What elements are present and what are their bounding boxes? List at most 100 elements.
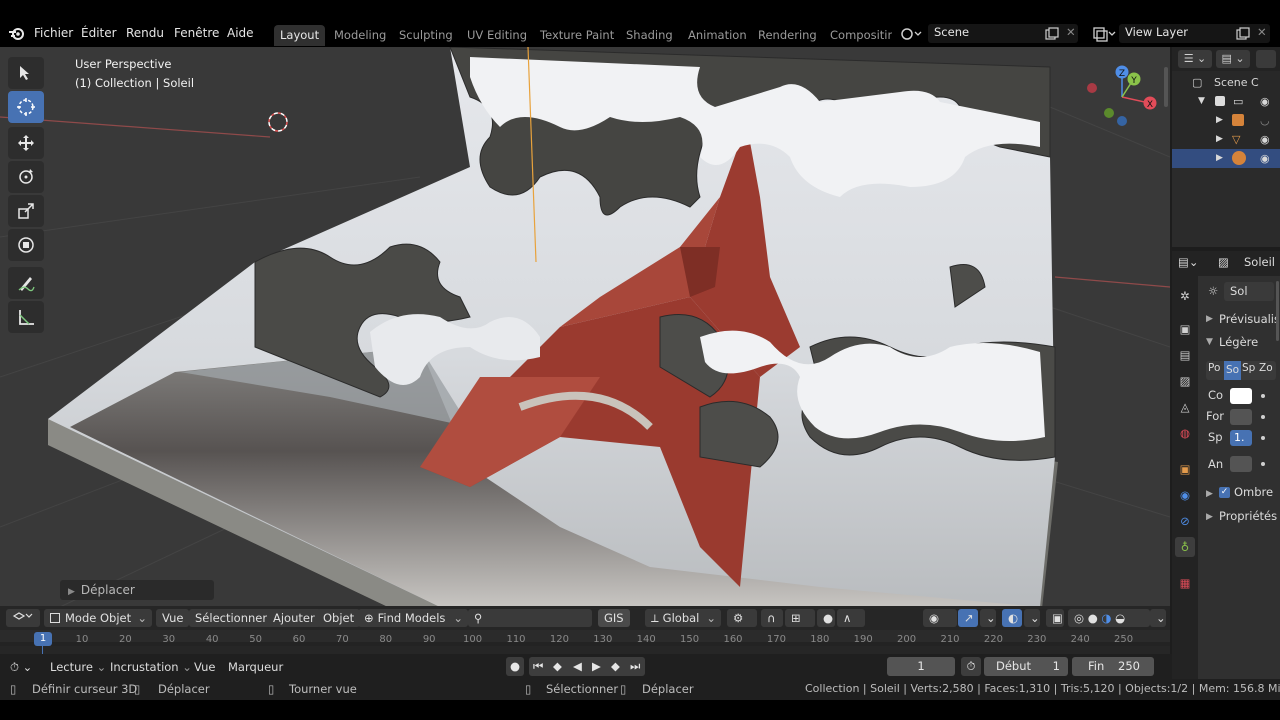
- prev-keyframe-icon[interactable]: ◆: [553, 657, 562, 676]
- tab-modeling[interactable]: Modeling: [328, 25, 392, 46]
- light-type-sun[interactable]: So: [1224, 361, 1241, 380]
- playhead[interactable]: 1: [34, 632, 52, 646]
- tab-rendering[interactable]: Rendering: [752, 25, 823, 46]
- shading-modes[interactable]: ◎ ● ◑ ◒: [1068, 609, 1150, 627]
- light-type-spot[interactable]: Sp: [1242, 362, 1258, 374]
- menu-fenetre[interactable]: Fenêtre: [174, 25, 219, 42]
- tab-constraints[interactable]: ⊘: [1175, 511, 1195, 531]
- record-button[interactable]: ●: [506, 657, 524, 676]
- panel-custom-properties[interactable]: Propriétés: [1219, 509, 1279, 523]
- new-scene-icon[interactable]: [1045, 27, 1059, 40]
- next-keyframe-icon[interactable]: ◆: [611, 657, 620, 676]
- jump-start-icon[interactable]: ⏮: [533, 657, 543, 676]
- jump-end-icon[interactable]: ⏭: [630, 657, 640, 676]
- snap-toggle[interactable]: ∩: [761, 609, 783, 627]
- expand-arrow-icon[interactable]: ▶: [1206, 489, 1213, 499]
- eye-closed-icon[interactable]: ◡: [1260, 111, 1270, 130]
- tab-physics[interactable]: ◉: [1175, 485, 1195, 505]
- outliner-row-collection[interactable]: ▼ ▭ ◉: [1172, 92, 1280, 111]
- tool-select-box[interactable]: [8, 57, 44, 89]
- tab-view-layer[interactable]: ▨: [1175, 371, 1195, 391]
- gizmo-toggle[interactable]: ↗: [958, 609, 978, 627]
- expand-arrow-icon[interactable]: ▶: [1206, 314, 1213, 324]
- outliner-search[interactable]: [1256, 50, 1276, 68]
- menu-aide[interactable]: Aide: [227, 25, 254, 42]
- play-reverse-icon[interactable]: ◀: [573, 657, 582, 676]
- tab-animation[interactable]: Animation: [682, 25, 753, 46]
- start-frame-field[interactable]: Début 1: [984, 657, 1068, 676]
- gizmo-dropdown[interactable]: ⌄: [980, 609, 996, 627]
- rendered-shading-icon[interactable]: ◒: [1115, 611, 1125, 625]
- tab-object[interactable]: ▣: [1175, 459, 1195, 479]
- view-layer-selector-icon[interactable]: [1092, 26, 1116, 42]
- tool-measure[interactable]: [8, 301, 44, 333]
- properties-editor[interactable]: ▤⌄ ▨ Soleil ✲ ▣ ▤ ▨ ◬ ◍ ▣ ◉ ⊘ ♁ ▦ ☼ Sol …: [1172, 251, 1280, 679]
- tab-texture[interactable]: ▦: [1175, 573, 1195, 593]
- find-models-search[interactable]: ⚲: [468, 609, 592, 627]
- menu-fichier[interactable]: Fichier: [34, 25, 73, 42]
- scene-name-field[interactable]: Scene ✕: [928, 24, 1078, 43]
- delete-view-layer-icon[interactable]: ✕: [1257, 25, 1267, 39]
- keyframe-dot-icon[interactable]: [1261, 394, 1265, 398]
- tab-tool[interactable]: ✲: [1175, 286, 1195, 306]
- solid-shading-icon[interactable]: ●: [1088, 611, 1098, 625]
- menu-vue-timeline[interactable]: Vue: [194, 658, 215, 676]
- tool-transform[interactable]: [8, 229, 44, 261]
- editor-type-selector[interactable]: [6, 609, 40, 627]
- properties-scrollbar[interactable]: [1276, 281, 1279, 341]
- tab-scene[interactable]: ◬: [1175, 397, 1195, 417]
- outliner-row-camera[interactable]: ▶ ◡: [1172, 111, 1280, 130]
- outliner-row-scene[interactable]: ▢ Scene C: [1172, 73, 1280, 92]
- light-type-point[interactable]: Po: [1208, 362, 1224, 374]
- tab-sculpting[interactable]: Sculpting: [393, 25, 459, 46]
- keyframe-dot-icon[interactable]: [1261, 415, 1265, 419]
- gizmo-neg-z-icon[interactable]: [1117, 116, 1127, 126]
- tab-world[interactable]: ◍: [1175, 423, 1195, 443]
- expand-arrow-icon[interactable]: ▶: [1216, 149, 1223, 168]
- eye-icon[interactable]: ◉: [1260, 130, 1270, 149]
- outliner-row-mesh[interactable]: ▶ ▽ ◉: [1172, 130, 1280, 149]
- outliner-display-mode[interactable]: ▤ ⌄: [1216, 50, 1250, 68]
- visibility-dropdown[interactable]: ◉: [923, 609, 957, 627]
- menu-marqueur[interactable]: Marqueur: [228, 658, 283, 676]
- expand-arrow-icon[interactable]: ▼: [1198, 92, 1205, 111]
- blender-logo-icon[interactable]: [8, 25, 26, 42]
- menu-editer[interactable]: Éditer: [81, 25, 117, 42]
- tab-render[interactable]: ▣: [1175, 319, 1195, 339]
- tool-annotate[interactable]: [8, 267, 44, 299]
- gizmo-neg-x-icon[interactable]: [1087, 83, 1097, 93]
- menu-rendu[interactable]: Rendu: [126, 25, 164, 42]
- strength-field[interactable]: [1230, 409, 1252, 425]
- proportional-edit-toggle[interactable]: ●: [817, 609, 835, 627]
- expand-arrow-icon[interactable]: ▶: [1206, 512, 1213, 522]
- menu-vue[interactable]: Vue: [156, 609, 190, 627]
- pin-icon[interactable]: ▨: [1218, 255, 1229, 269]
- pivot-point-dropdown[interactable]: ⚙: [727, 609, 757, 627]
- delete-scene-icon[interactable]: ✕: [1066, 25, 1076, 39]
- wireframe-shading-icon[interactable]: ◎: [1074, 611, 1084, 625]
- proportional-falloff-dropdown[interactable]: ∧: [837, 609, 865, 627]
- angle-field[interactable]: [1230, 456, 1252, 472]
- current-frame-field[interactable]: 1: [887, 657, 955, 676]
- tab-texture-paint[interactable]: Texture Paint: [534, 25, 620, 46]
- eye-icon[interactable]: ◉: [1260, 149, 1270, 168]
- 3d-viewport[interactable]: User Perspective (1) Collection | Soleil: [0, 47, 1170, 632]
- preview-range-toggle[interactable]: ⏱: [961, 657, 981, 676]
- scene-selector-icon[interactable]: [900, 26, 922, 42]
- eye-icon[interactable]: ◉: [1260, 92, 1270, 111]
- panel-shadow[interactable]: Ombre: [1234, 485, 1280, 499]
- tab-layout[interactable]: Layout: [274, 25, 326, 46]
- menu-selectionner[interactable]: Sélectionner: [189, 609, 274, 627]
- outliner-row-light[interactable]: ▶ ◉: [1172, 149, 1280, 168]
- xray-toggle[interactable]: ▣: [1046, 609, 1064, 627]
- new-view-layer-icon[interactable]: [1236, 27, 1250, 40]
- timeline-editor-icon[interactable]: ⏱ ⌄: [10, 658, 32, 676]
- tool-move[interactable]: [8, 127, 44, 159]
- tool-rotate[interactable]: [8, 161, 44, 193]
- snap-target-dropdown[interactable]: ⊞: [785, 609, 815, 627]
- keyframe-dot-icon[interactable]: [1261, 462, 1265, 466]
- navigation-gizmo[interactable]: Z X Y: [1085, 63, 1161, 131]
- gis-button[interactable]: GIS: [598, 609, 630, 627]
- tab-output[interactable]: ▤: [1175, 345, 1195, 365]
- collapse-arrow-icon[interactable]: ▼: [1206, 337, 1213, 347]
